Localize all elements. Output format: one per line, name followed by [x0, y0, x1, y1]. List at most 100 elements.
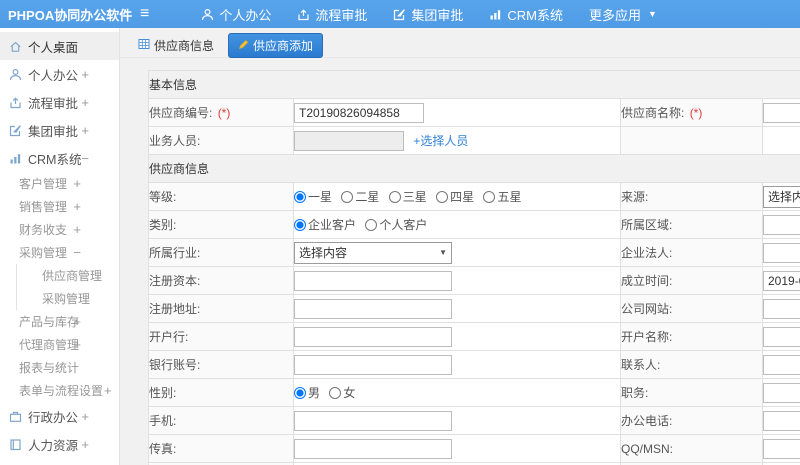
nav-item-crm-system[interactable]: CRM系统	[489, 5, 563, 24]
sidebar-item-personal-office[interactable]: 个人办公 +	[0, 60, 119, 88]
established-date-input[interactable]	[763, 270, 800, 291]
radio-button[interactable]	[365, 219, 378, 231]
sidebar-item-label: 代理商管理	[19, 338, 80, 352]
legal-person-input[interactable]	[763, 242, 800, 263]
expand-icon[interactable]: +	[81, 123, 89, 138]
source-select[interactable]: 选择内容 ▼	[763, 185, 800, 208]
expand-icon[interactable]: +	[73, 222, 81, 237]
sidebar-item-human-resources[interactable]: 人力资源 +	[0, 430, 119, 458]
sidebar-item-agent-management[interactable]: 代理商管理 +	[0, 333, 119, 356]
contact-person-input[interactable]	[763, 354, 800, 375]
collapse-icon[interactable]: −	[81, 151, 89, 166]
supplier-name-input[interactable]	[763, 102, 800, 123]
industry-select[interactable]: 选择内容 ▼	[294, 241, 452, 264]
industry-label: 所属行业:	[148, 238, 294, 267]
sidebar-item-personal-desktop[interactable]: 个人桌面	[0, 32, 119, 60]
sidebar-item-admin-office[interactable]: 行政办公 +	[0, 402, 119, 430]
nav-item-group-approval[interactable]: 集团审批	[393, 5, 463, 24]
nav-item-more-apps[interactable]: 更多应用 ▼	[589, 5, 657, 24]
radio-button[interactable]	[329, 387, 342, 399]
hamburger-icon[interactable]: ≡	[140, 6, 149, 22]
gender-option-female[interactable]: 女	[329, 386, 355, 400]
choose-person-link[interactable]: +选择人员	[413, 134, 468, 148]
sidebar-item-sales-management[interactable]: 销售管理 +	[0, 195, 119, 218]
collapse-icon[interactable]: −	[73, 245, 81, 260]
tab-supplier-add[interactable]: 供应商添加	[228, 33, 324, 58]
expand-icon[interactable]: +	[104, 383, 112, 398]
grade-option-5star[interactable]: 五星	[483, 190, 521, 204]
expand-icon[interactable]: +	[73, 199, 81, 214]
grade-option-1star[interactable]: 一星	[294, 190, 332, 204]
grade-option-4star[interactable]: 四星	[436, 190, 474, 204]
account-name-label: 开户名称:	[620, 322, 763, 351]
sidebar-menu: 个人桌面 个人办公 + 流程审批 + 集团审批 + CRM系统 − 客户管理 +…	[0, 32, 119, 465]
expand-icon[interactable]: +	[81, 67, 89, 82]
user-icon	[201, 8, 214, 21]
fax-input[interactable]	[294, 438, 452, 459]
registered-capital-input[interactable]	[294, 270, 452, 291]
bar-chart-icon	[489, 8, 502, 21]
nav-label: 个人办公	[219, 7, 272, 23]
sidebar-item-label: 采购管理	[42, 292, 91, 306]
radio-button[interactable]	[483, 191, 496, 203]
expand-icon[interactable]: +	[81, 437, 89, 452]
sidebar-item-finance[interactable]: 财务收支 +	[0, 218, 119, 241]
sidebar-item-supplier-management[interactable]: 供应商管理	[16, 264, 119, 287]
registered-address-input[interactable]	[294, 298, 452, 319]
position-input[interactable]	[763, 382, 800, 403]
mobile-input[interactable]	[294, 410, 452, 431]
form-table: 基本信息 供应商编号: (*) 供应商名称: (*) 业务人员:	[147, 70, 800, 465]
sidebar-item-purchase-management[interactable]: 采购管理 −	[0, 241, 119, 264]
nav-label: CRM系统	[507, 7, 563, 23]
nav-item-personal-office[interactable]: 个人办公	[201, 5, 271, 24]
office-phone-input[interactable]	[763, 410, 800, 431]
sidebar-item-product-inventory[interactable]: 产品与库存 +	[0, 310, 119, 333]
qq-msn-input[interactable]	[763, 438, 800, 459]
account-name-input[interactable]	[763, 326, 800, 347]
sidebar-item-group-approval[interactable]: 集团审批 +	[0, 116, 119, 144]
category-radio-group: 企业客户 个人客户	[293, 210, 621, 239]
category-option-personal[interactable]: 个人客户	[365, 218, 427, 232]
sidebar-item-customer-management[interactable]: 客户管理 +	[0, 172, 119, 195]
sidebar-item-flow-approval[interactable]: 流程审批 +	[0, 88, 119, 116]
tab-label: 供应商信息	[154, 39, 215, 53]
radio-button[interactable]	[294, 219, 306, 231]
region-input[interactable]	[763, 214, 800, 235]
sidebar-item-label: 个人办公	[28, 68, 79, 83]
nav-label: 更多应用	[589, 7, 642, 23]
business-person-input[interactable]	[294, 130, 404, 151]
legal-person-label: 企业法人:	[620, 238, 763, 267]
expand-icon[interactable]: +	[81, 95, 89, 110]
company-website-input[interactable]	[763, 298, 800, 319]
grade-option-2star[interactable]: 二星	[341, 190, 379, 204]
radio-button[interactable]	[388, 191, 401, 203]
contact-person-label: 联系人:	[620, 350, 763, 379]
sidebar-item-form-flow-settings[interactable]: 表单与流程设置 +	[0, 379, 119, 402]
radio-button[interactable]	[294, 191, 306, 203]
home-icon	[9, 40, 22, 53]
sidebar-item-reports-statistics[interactable]: 报表与统计	[0, 356, 119, 379]
radio-label: 四星	[450, 190, 475, 204]
sidebar-item-document-management[interactable]: 公文管理 +	[0, 458, 119, 465]
bank-account-input[interactable]	[294, 354, 452, 375]
supplier-code-input[interactable]	[294, 102, 424, 123]
category-option-enterprise[interactable]: 企业客户	[294, 218, 356, 232]
bank-input[interactable]	[294, 326, 452, 347]
expand-icon[interactable]: +	[73, 314, 81, 329]
nav-item-flow-approval[interactable]: 流程审批	[297, 5, 367, 24]
expand-icon[interactable]: +	[73, 337, 81, 352]
radio-button[interactable]	[436, 191, 449, 203]
gender-option-male[interactable]: 男	[294, 386, 320, 400]
source-label: 来源:	[620, 182, 763, 211]
radio-label: 企业客户	[308, 218, 357, 232]
radio-button[interactable]	[294, 387, 306, 399]
expand-icon[interactable]: +	[73, 176, 81, 191]
required-mark: (*)	[689, 106, 703, 120]
radio-button[interactable]	[341, 191, 354, 203]
qq-msn-label: QQ/MSN:	[620, 434, 763, 463]
expand-icon[interactable]: +	[81, 409, 89, 424]
sidebar-item-procurement-management[interactable]: 采购管理	[16, 287, 119, 310]
tab-supplier-info[interactable]: 供应商信息	[132, 34, 220, 57]
sidebar-item-crm-system[interactable]: CRM系统 −	[0, 144, 119, 172]
grade-option-3star[interactable]: 三星	[388, 190, 427, 204]
